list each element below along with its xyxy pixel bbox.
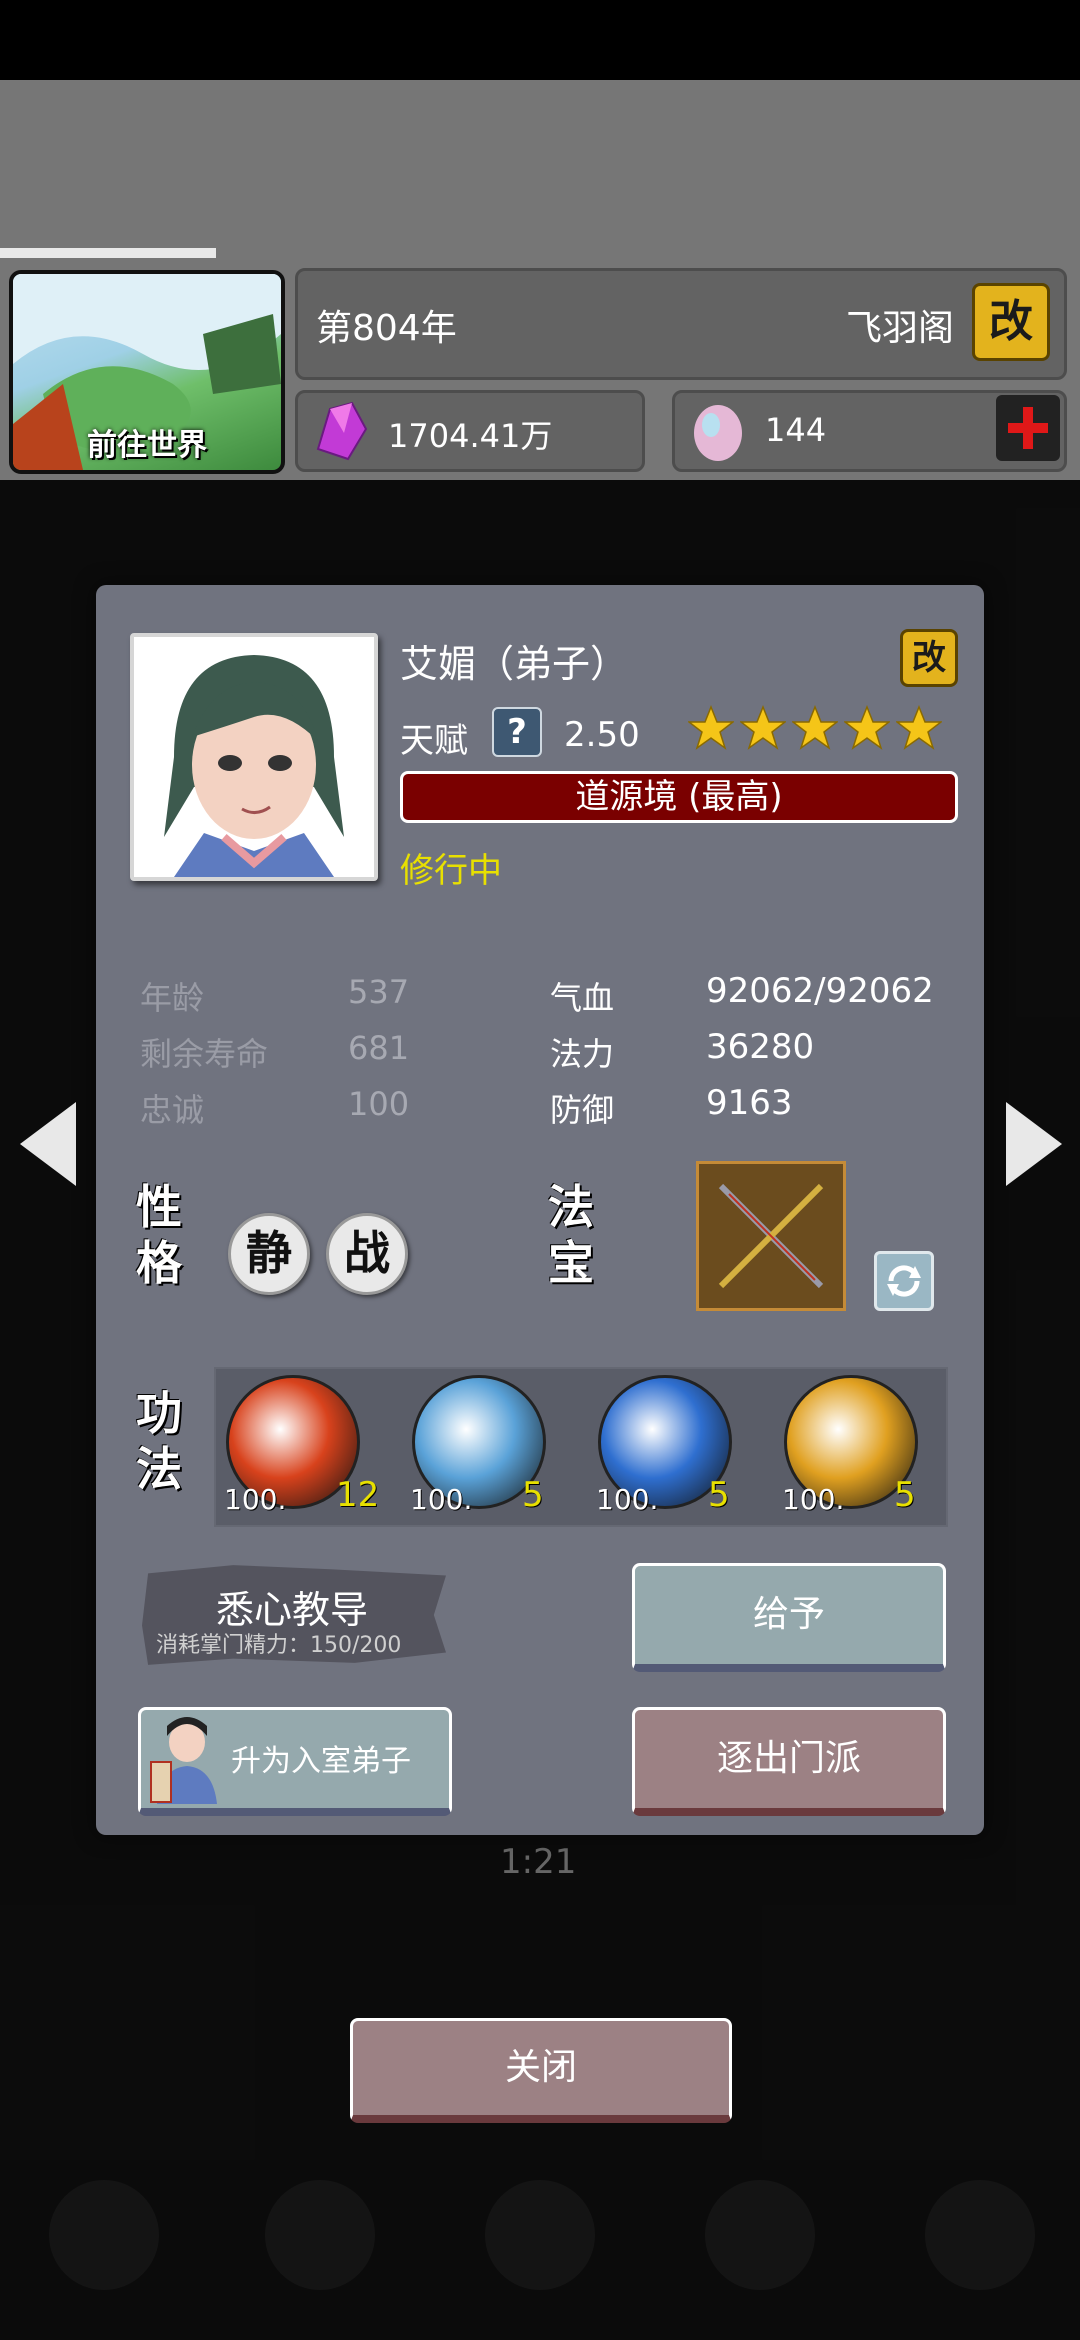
- mana-value: 36280: [706, 1027, 815, 1067]
- defense-label: 防御: [550, 1091, 615, 1129]
- world-map-label: 前往世界: [87, 428, 207, 463]
- sect-name: 飞羽阁: [845, 308, 954, 349]
- personality-heading-char-2: 格: [136, 1236, 182, 1290]
- skill-level-3: 5: [708, 1475, 730, 1515]
- egg-amount: 144: [765, 411, 827, 449]
- year-sect-panel: 第804年 飞羽阁 改: [295, 268, 1067, 380]
- personality-heading-char-1: 性: [136, 1180, 182, 1234]
- spirit-stone-amount: 1704.41万: [388, 417, 553, 455]
- add-eggs-button[interactable]: [996, 395, 1060, 461]
- age-label: 年龄: [140, 979, 205, 1017]
- talent-value: 2.50: [564, 715, 640, 755]
- disciple-avatar-icon: [150, 1717, 217, 1804]
- treasure-heading-char-2: 宝: [548, 1236, 594, 1290]
- loyalty-label: 忠诚: [140, 1091, 205, 1129]
- previous-disciple-arrow-icon[interactable]: [18, 1100, 78, 1188]
- star-rating: [688, 705, 942, 751]
- teach-cost: 消耗掌门精力：150/200: [156, 1633, 402, 1658]
- skill-progress-3: 100.: [596, 1483, 659, 1516]
- personality-heading: 性 格: [136, 1179, 196, 1291]
- lifespan-label: 剩余寿命: [140, 1035, 269, 1073]
- skill-progress-1: 100.: [224, 1483, 287, 1516]
- skill-level-1: 12: [336, 1475, 380, 1515]
- disciple-name: 艾媚（弟子）: [400, 642, 629, 686]
- defense-value: 9163: [706, 1083, 793, 1123]
- cultivation-status: 修行中: [400, 851, 502, 891]
- star-icon: [896, 705, 942, 750]
- skills-heading-char-1: 功: [136, 1386, 182, 1440]
- talent-help-button[interactable]: ?: [492, 707, 542, 757]
- give-button[interactable]: 给予: [632, 1563, 946, 1672]
- treasure-heading: 法 宝: [548, 1179, 608, 1291]
- promote-button[interactable]: 升为入室弟子: [138, 1707, 452, 1816]
- treasure-heading-char-1: 法: [548, 1180, 594, 1234]
- status-bar-area: [0, 0, 1080, 80]
- promote-label: 升为入室弟子: [231, 1744, 411, 1779]
- world-map-button[interactable]: 前往世界: [9, 270, 285, 474]
- disciple-portrait: [130, 633, 378, 881]
- star-icon: [844, 705, 890, 750]
- skills-heading-char-2: 法: [136, 1442, 182, 1496]
- lifespan-value: 681: [348, 1029, 410, 1067]
- egg-counter: 144: [672, 390, 1067, 472]
- swap-treasure-button[interactable]: [874, 1251, 934, 1311]
- star-icon: [688, 705, 734, 750]
- age-value: 537: [348, 973, 410, 1011]
- teach-label: 悉心教导: [215, 1588, 368, 1632]
- loyalty-value: 100: [348, 1085, 410, 1123]
- realm-bar: 道源境 (最高): [400, 771, 958, 823]
- year-label: 第804年: [316, 308, 457, 349]
- star-icon: [792, 705, 838, 750]
- crossed-swords-icon: [718, 1183, 824, 1289]
- trait-badge-1[interactable]: 静: [228, 1213, 310, 1295]
- spirit-stone-counter: 1704.41万: [295, 390, 645, 472]
- refresh-icon: [887, 1265, 921, 1297]
- star-icon: [740, 705, 786, 750]
- progress-bar: [0, 248, 216, 258]
- next-disciple-arrow-icon[interactable]: [1004, 1100, 1064, 1188]
- talent-label: 天赋: [400, 721, 468, 761]
- egg-icon: [694, 405, 742, 461]
- skill-level-4: 5: [894, 1475, 916, 1515]
- portrait-image: [134, 637, 374, 877]
- trait-badge-2[interactable]: 战: [326, 1213, 408, 1295]
- skill-progress-2: 100.: [410, 1483, 473, 1516]
- disciple-detail-dialog: 艾媚（弟子） 改 天赋 ? 2.50 道源境 (最高) 修行中 年龄 537 剩…: [96, 585, 984, 1835]
- hp-label: 气血: [550, 979, 615, 1017]
- expel-button[interactable]: 逐出门派: [632, 1707, 946, 1816]
- teach-button[interactable]: 悉心教导 消耗掌门精力：150/200: [142, 1565, 446, 1665]
- rename-disciple-button[interactable]: 改: [900, 629, 958, 687]
- spirit-stone-icon: [316, 401, 368, 461]
- rename-sect-button[interactable]: 改: [972, 283, 1050, 361]
- close-button[interactable]: 关闭: [350, 2018, 732, 2123]
- timer-text: 1:21: [500, 1842, 577, 1882]
- skills-panel: 100. 12 100. 5 100. 5 100. 5: [214, 1367, 948, 1527]
- skills-heading: 功 法: [136, 1385, 196, 1497]
- plus-icon: [1008, 407, 1048, 449]
- hp-value: 92062/92062: [706, 971, 934, 1011]
- skill-progress-4: 100.: [782, 1483, 845, 1516]
- treasure-slot[interactable]: [696, 1161, 846, 1311]
- skill-level-2: 5: [522, 1475, 544, 1515]
- mana-label: 法力: [550, 1035, 615, 1073]
